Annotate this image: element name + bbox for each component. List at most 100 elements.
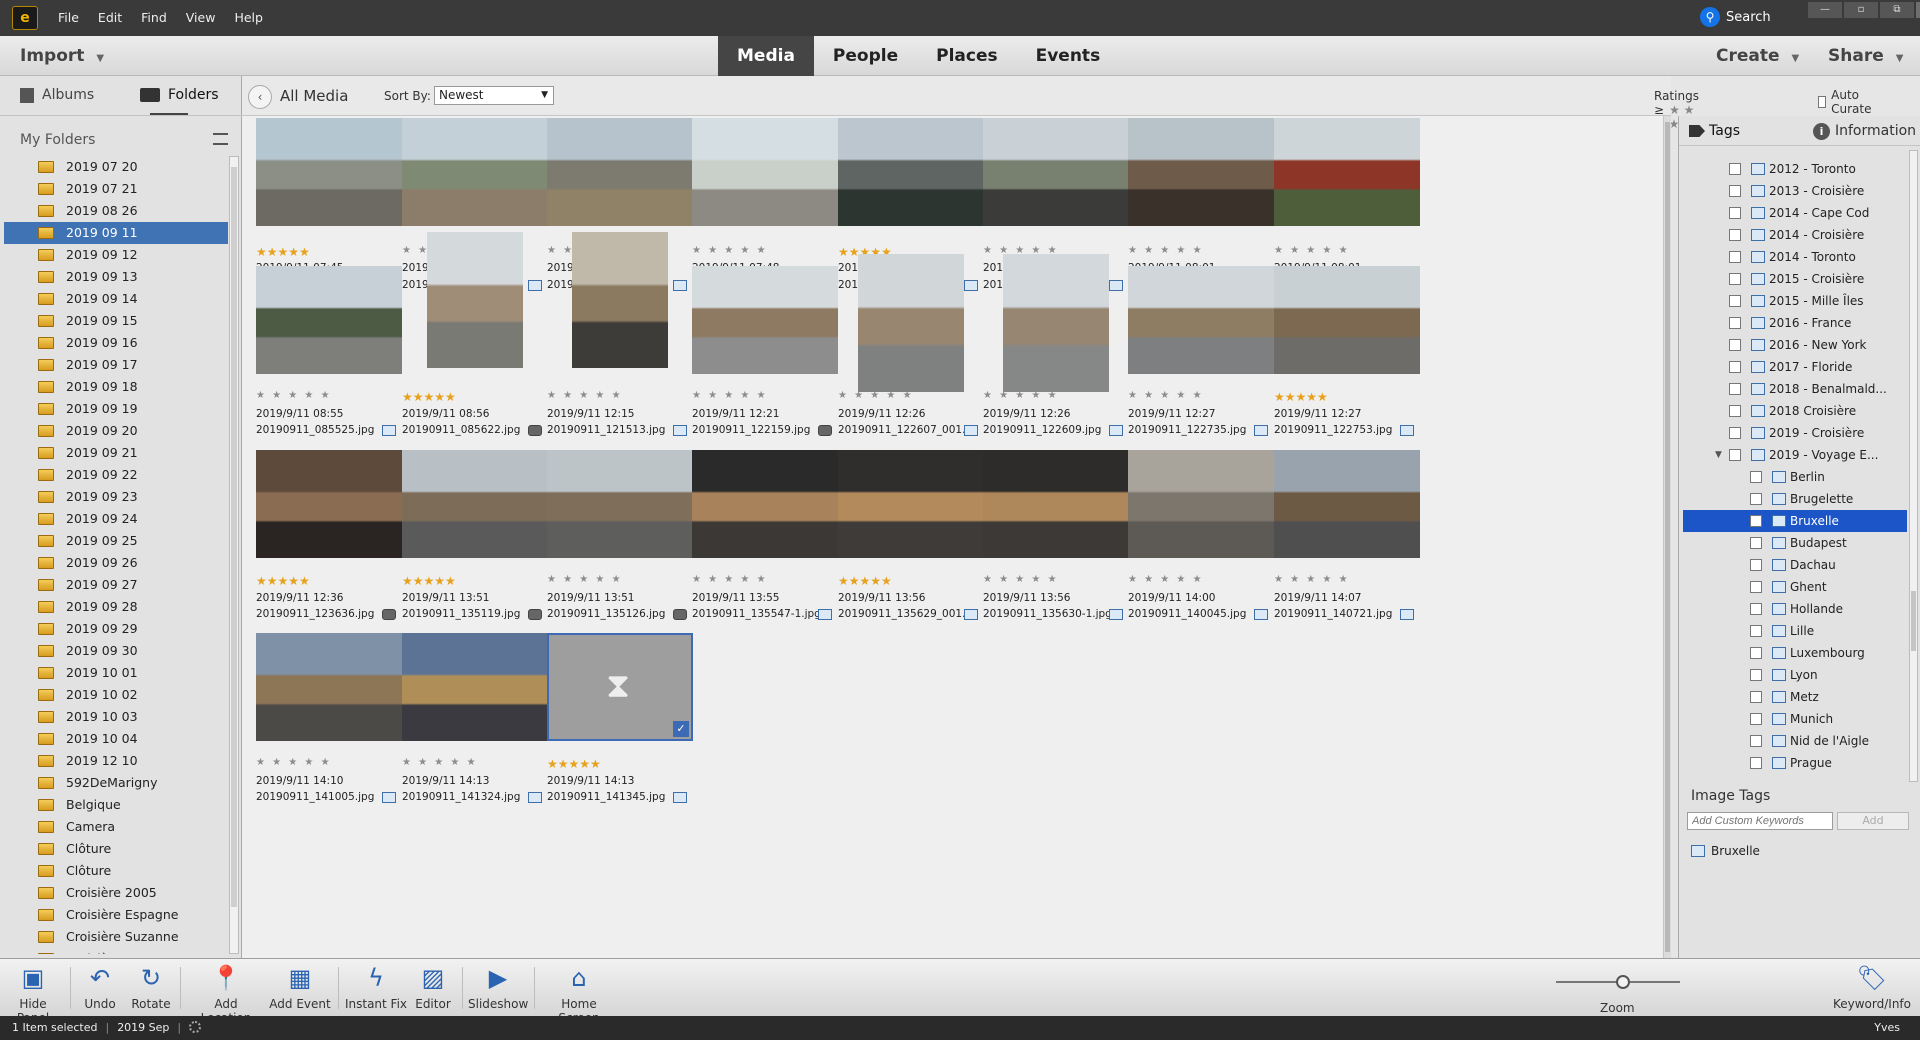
- add-keyword-button[interactable]: Add: [1837, 812, 1909, 830]
- tag-checkbox[interactable]: [1750, 691, 1762, 703]
- folder-item[interactable]: 2019 07 21: [4, 178, 228, 200]
- tag-row[interactable]: Luxembourg: [1683, 642, 1907, 664]
- tag-row[interactable]: Bruxelle: [1683, 510, 1907, 532]
- photo-image[interactable]: [1274, 118, 1420, 226]
- search-button[interactable]: ⚲ Search: [1700, 7, 1771, 27]
- star-rating[interactable]: ★ ★ ★ ★ ★: [983, 574, 1059, 585]
- tag-row[interactable]: Prague: [1683, 752, 1907, 774]
- undo-button[interactable]: ↶ Undo: [80, 963, 120, 1011]
- photo-image[interactable]: [402, 633, 548, 741]
- tag-checkbox[interactable]: [1750, 559, 1762, 571]
- folder-item[interactable]: Croisière 2005: [4, 882, 228, 904]
- slideshow-button[interactable]: ▶ Slideshow: [468, 963, 528, 1011]
- media-thumbnail[interactable]: ★ ★ ★ ★ ★ 2019/9/11 12:15 20190911_121513.…: [547, 232, 695, 474]
- folder-item[interactable]: Croisière Suzanne: [4, 926, 228, 948]
- share-button[interactable]: Share ▼: [1828, 46, 1903, 66]
- photo-image[interactable]: [256, 266, 402, 374]
- media-thumbnail[interactable]: ★ ★ ★ ★ ★ 2019/9/11 08:55 20190911_085525.…: [256, 262, 404, 474]
- tag-row[interactable]: Ghent: [1683, 576, 1907, 598]
- folder-item[interactable]: Croisière Espagne: [4, 904, 228, 926]
- folder-item[interactable]: 2019 07 20: [4, 156, 228, 178]
- folder-item[interactable]: 2019 09 15: [4, 310, 228, 332]
- tag-row[interactable]: 2018 Croisière: [1683, 400, 1907, 422]
- star-rating[interactable]: ★★★★★: [256, 574, 310, 588]
- star-rating[interactable]: ★ ★ ★ ★ ★: [547, 574, 623, 585]
- keyword-info-button[interactable]: 🏷 Keyword/Info: [1832, 963, 1912, 1011]
- folder-item[interactable]: Clôture: [4, 838, 228, 860]
- folder-item[interactable]: 2019 09 19: [4, 398, 228, 420]
- folder-item[interactable]: 2019 09 23: [4, 486, 228, 508]
- tag-row[interactable]: Budapest: [1683, 532, 1907, 554]
- add-event-button[interactable]: ▦ Add Event: [268, 963, 332, 1011]
- custom-keyword-input[interactable]: [1687, 812, 1833, 830]
- folder-item[interactable]: 2019 10 02: [4, 684, 228, 706]
- auto-curate-toggle[interactable]: Auto Curate: [1818, 88, 1875, 116]
- folder-item[interactable]: 2019 12 10: [4, 750, 228, 772]
- tag-checkbox[interactable]: [1729, 163, 1741, 175]
- media-thumbnail[interactable]: ★ ★ ★ ★ ★ 2019/9/11 12:27 20190911_122735.…: [1128, 262, 1276, 474]
- tag-checkbox[interactable]: [1750, 735, 1762, 747]
- restore-button[interactable]: ▫: [1844, 2, 1878, 18]
- star-rating[interactable]: ★ ★ ★ ★ ★: [1128, 574, 1204, 585]
- tag-checkbox[interactable]: [1729, 251, 1741, 263]
- tag-checkbox[interactable]: [1729, 229, 1741, 241]
- tag-checkbox[interactable]: [1750, 537, 1762, 549]
- photo-image[interactable]: [1128, 450, 1274, 558]
- tag-checkbox[interactable]: [1750, 493, 1762, 505]
- scrollbar-thumb[interactable]: [1665, 122, 1670, 952]
- star-rating[interactable]: ★ ★ ★ ★ ★: [1128, 245, 1204, 256]
- tag-checkbox[interactable]: [1729, 317, 1741, 329]
- menu-find[interactable]: Find: [141, 10, 167, 25]
- photo-image[interactable]: [983, 450, 1129, 558]
- star-rating[interactable]: ★ ★ ★ ★ ★: [692, 574, 768, 585]
- star-rating[interactable]: ★★★★★: [1274, 390, 1328, 404]
- tag-row[interactable]: Berlin: [1683, 466, 1907, 488]
- folder-item[interactable]: 2019 09 13: [4, 266, 228, 288]
- folder-item[interactable]: 2019 09 29: [4, 618, 228, 640]
- star-rating[interactable]: ★★★★★: [402, 574, 456, 588]
- tag-row[interactable]: Nid de l'Aigle: [1683, 730, 1907, 752]
- tag-row[interactable]: 2015 - Mille Îles: [1683, 290, 1907, 312]
- media-scrollbar[interactable]: [1663, 116, 1671, 958]
- media-thumbnail[interactable]: ★ ★ ★ ★ ★ 2019/9/11 14:00 20190911_140045.…: [1128, 446, 1276, 658]
- tag-row[interactable]: 2012 - Toronto: [1683, 158, 1907, 180]
- folder-item[interactable]: 2019 09 20: [4, 420, 228, 442]
- tag-checkbox[interactable]: [1729, 361, 1741, 373]
- instant-fix-button[interactable]: ϟ Instant Fix: [344, 963, 408, 1011]
- maximize-button[interactable]: ⧉: [1880, 2, 1914, 18]
- tag-row[interactable]: 2017 - Floride: [1683, 356, 1907, 378]
- tag-row[interactable]: 2014 - Croisière: [1683, 224, 1907, 246]
- star-rating[interactable]: ★ ★ ★ ★ ★: [256, 390, 332, 401]
- minimize-button[interactable]: —: [1808, 2, 1842, 18]
- tag-row[interactable]: 2019 - Croisière: [1683, 422, 1907, 444]
- tag-row[interactable]: 2014 - Cape Cod: [1683, 202, 1907, 224]
- photo-image[interactable]: [858, 254, 964, 392]
- media-thumbnail[interactable]: ⧗ ✓ ★★★★★ 2019/9/11 14:13 20190911_141345.jp…: [547, 629, 695, 841]
- star-rating[interactable]: ★ ★ ★ ★ ★: [402, 757, 478, 768]
- folder-item[interactable]: 2019 10 04: [4, 728, 228, 750]
- tag-row[interactable]: Metz: [1683, 686, 1907, 708]
- folder-item[interactable]: 2019 09 27: [4, 574, 228, 596]
- import-button[interactable]: Import ▼: [20, 46, 104, 66]
- tag-checkbox[interactable]: [1729, 207, 1741, 219]
- tag-row[interactable]: Brugelette: [1683, 488, 1907, 510]
- tag-row[interactable]: Munich: [1683, 708, 1907, 730]
- star-rating[interactable]: ★ ★ ★ ★ ★: [983, 390, 1059, 401]
- sort-select[interactable]: Newest ▼: [434, 86, 554, 105]
- media-thumbnail[interactable]: ★ ★ ★ ★ ★ 2019/9/11 12:21 20190911_122159.…: [692, 262, 840, 474]
- media-thumbnail[interactable]: ★★★★★ 2019/9/11 12:27 20190911_122753.jpg: [1274, 262, 1422, 474]
- star-rating[interactable]: ★★★★★: [402, 390, 456, 404]
- collapse-arrow-icon[interactable]: ▼: [1715, 444, 1722, 466]
- close-button[interactable]: ✕: [1916, 2, 1920, 18]
- tab-media[interactable]: Media: [718, 36, 814, 76]
- photo-image[interactable]: [256, 633, 402, 741]
- tag-checkbox[interactable]: [1729, 339, 1741, 351]
- tag-row[interactable]: Hollande: [1683, 598, 1907, 620]
- media-thumbnail[interactable]: ★ ★ ★ ★ ★ 2019/9/11 13:51 20190911_135126.…: [547, 446, 695, 658]
- photo-image[interactable]: [1274, 266, 1420, 374]
- tag-checkbox[interactable]: [1750, 669, 1762, 681]
- photo-image[interactable]: [1128, 118, 1274, 226]
- tag-row[interactable]: 2015 - Croisière: [1683, 268, 1907, 290]
- media-thumbnail[interactable]: ★ ★ ★ ★ ★ 2019/9/11 14:10 20190911_141005.…: [256, 629, 404, 841]
- folder-item[interactable]: 2019 09 11: [4, 222, 228, 244]
